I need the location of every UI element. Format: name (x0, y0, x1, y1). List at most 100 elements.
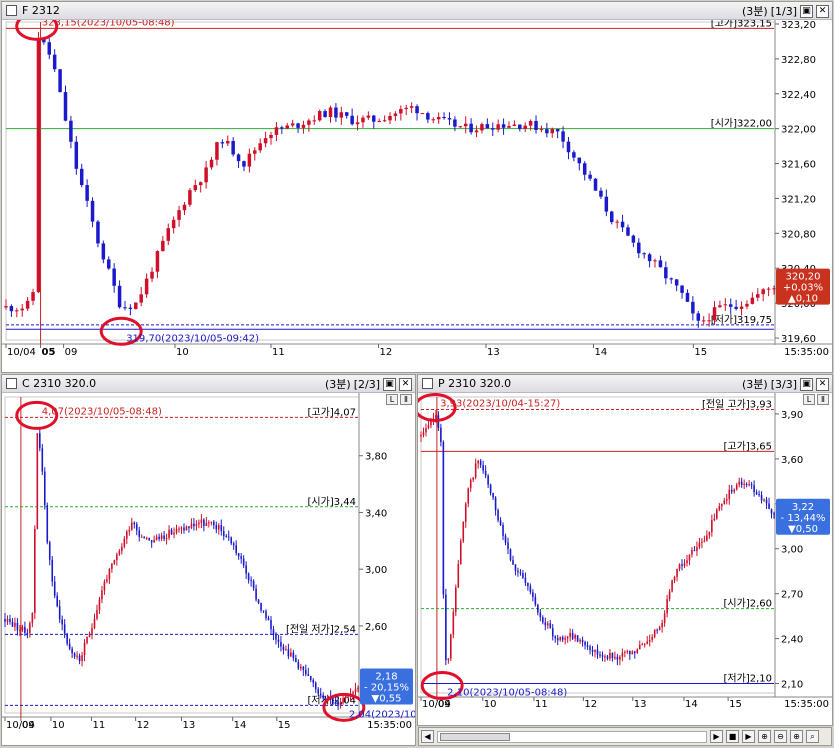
candle-body (63, 624, 66, 634)
scroll-left-button[interactable]: ◀ (421, 730, 434, 743)
candle-body (31, 292, 35, 301)
scroll-right-button[interactable]: ▶ (710, 730, 723, 743)
badge-text: ▼0,55 (372, 693, 402, 704)
candle-body (81, 655, 83, 662)
candle-body (287, 649, 290, 657)
candle-body (730, 489, 733, 492)
candle-body (126, 531, 128, 539)
candle-body (529, 586, 532, 593)
candle-body (512, 559, 514, 565)
settings-icon[interactable]: ▣ (800, 4, 813, 18)
candle-body (734, 306, 738, 309)
candle-body (674, 279, 679, 286)
candle-body (555, 129, 560, 132)
scroll-thumb[interactable] (440, 732, 510, 741)
candle-body (121, 546, 123, 552)
candle-body (440, 427, 442, 442)
candle-body (745, 483, 748, 485)
candle-body (566, 141, 571, 153)
candle-body (9, 306, 14, 312)
candle-body (629, 650, 631, 655)
candlestick-chart[interactable]: 3,803,403,002,6010/0409 10 11 12 13 14 15 15:35… (2, 393, 415, 745)
candle-body (145, 537, 148, 539)
candle-body (208, 522, 210, 524)
candle-body (678, 564, 681, 569)
candle-body (4, 306, 8, 308)
candle-body (222, 531, 225, 536)
candle-body (215, 142, 219, 160)
candle-body (773, 513, 775, 515)
zoom-reset-icon[interactable]: ⊕ (790, 730, 803, 743)
panel-checkbox[interactable] (6, 378, 17, 389)
candle-body (768, 503, 770, 510)
candle-body (409, 106, 414, 108)
panel-checkbox[interactable] (422, 378, 433, 389)
chart-scroll-controls: ◀ ▶ ■ ▶ ⊕ ⊖ ⊕ ⌕ (418, 727, 832, 746)
candle-body (631, 235, 636, 243)
candle-body (723, 304, 728, 306)
close-icon[interactable]: ✕ (816, 4, 829, 18)
candle-body (166, 228, 170, 241)
x-tick-label: 15:35:00 (784, 699, 829, 710)
candle-body (661, 622, 663, 628)
candle-body (355, 122, 360, 125)
candle-body (551, 628, 554, 637)
x-tick-label: 13 (183, 720, 196, 731)
candle-body (610, 211, 614, 223)
candle-body (599, 654, 601, 656)
candle-body (285, 125, 289, 129)
candle-body (322, 695, 324, 699)
candle-body (280, 641, 282, 647)
stop-button[interactable]: ■ (726, 730, 739, 743)
candle-body (300, 666, 302, 669)
candle-body (489, 484, 492, 493)
candle-body (701, 320, 706, 322)
play-button[interactable]: ▶ (742, 730, 755, 743)
candle-body (745, 303, 749, 307)
candle-body (342, 698, 344, 703)
candle-body (469, 123, 473, 133)
candle-body (686, 560, 688, 564)
settings-icon[interactable]: ▣ (800, 377, 813, 391)
candle-body (574, 635, 576, 639)
candle-body (107, 259, 111, 269)
candle-body (173, 532, 175, 535)
candle-body (648, 639, 651, 642)
zoom-out-icon[interactable]: ⊖ (774, 730, 787, 743)
candle-body (738, 481, 740, 485)
candle-body (477, 460, 479, 464)
candlestick-chart[interactable]: 323,20 322,80 322,40 322,00 321,60 321,20 320,… (2, 20, 832, 372)
candle-body (673, 576, 676, 581)
candle-body (743, 483, 745, 485)
close-icon[interactable]: ✕ (816, 377, 829, 391)
candle-body (190, 523, 193, 528)
candle-body (292, 652, 295, 659)
candle-body (69, 120, 73, 142)
candlestick-chart[interactable]: 3,903,603,303,002,702,402,1010/040910111… (418, 393, 832, 725)
settings-icon[interactable]: ▣ (383, 377, 396, 391)
candle-body (569, 632, 571, 637)
candle-body (772, 288, 776, 290)
x-tick-label: 12 (584, 699, 597, 710)
candle-body (205, 522, 208, 526)
y-tick-label: 3,60 (781, 455, 803, 466)
close-icon[interactable]: ✕ (399, 377, 412, 391)
scroll-track[interactable] (437, 730, 707, 743)
panel-checkbox[interactable] (6, 5, 17, 16)
x-tick-label: 11 (92, 720, 105, 731)
candle-body (170, 529, 173, 535)
candle-body (337, 701, 339, 706)
y-tick-label: 3,80 (365, 452, 387, 463)
y-tick-label: 319,60 (781, 334, 816, 345)
zoom-in-icon[interactable]: ⊕ (758, 730, 771, 743)
candle-body (581, 639, 584, 642)
candle-body (317, 111, 322, 121)
candle-body (143, 536, 146, 539)
candle-body (144, 278, 149, 295)
x-tick-label: 11 (272, 347, 285, 358)
candle-body (26, 632, 29, 634)
candle-body (19, 630, 21, 632)
candle-body (626, 650, 629, 652)
candle-body (532, 592, 534, 597)
magnify-icon[interactable]: ⌕ (806, 730, 819, 743)
